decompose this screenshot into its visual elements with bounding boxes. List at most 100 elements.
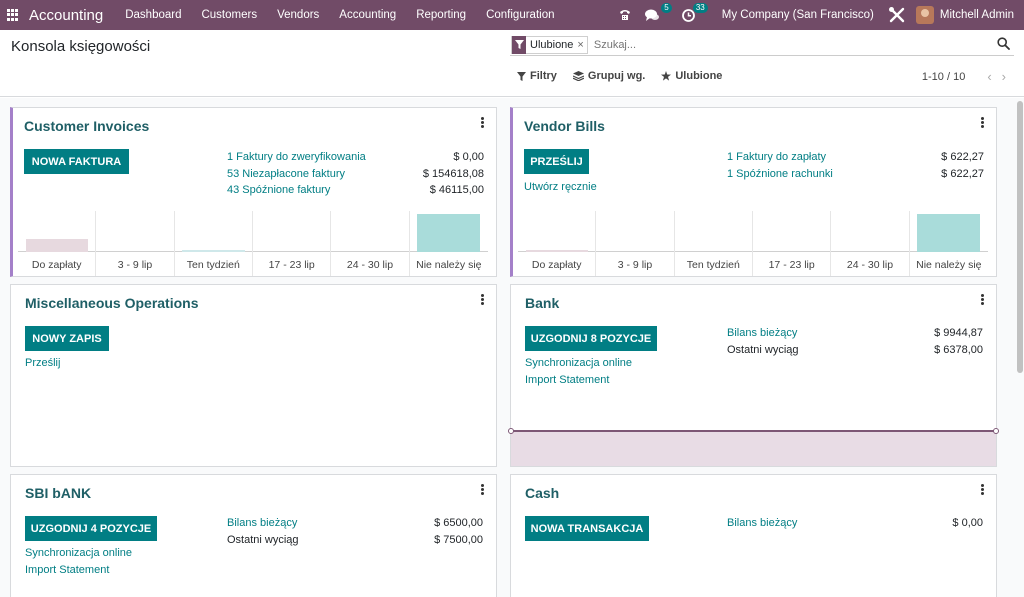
journal-menu-icon[interactable] [981, 117, 985, 129]
late-invoices-link[interactable]: 43 Spóźnione faktury [227, 184, 330, 196]
chart-tick-label: Nie należy się [916, 259, 982, 271]
chart-bar[interactable] [417, 214, 481, 252]
current-balance-amount: $ 9944,87 [934, 327, 983, 339]
vertical-scrollbar[interactable] [1017, 101, 1023, 373]
debug-tools-icon[interactable] [888, 6, 906, 24]
chart-column[interactable]: Do zapłaty [518, 211, 597, 276]
journal-menu-icon[interactable] [481, 484, 485, 496]
chart-column[interactable]: Nie należy się [910, 211, 988, 276]
chart-column[interactable]: 3 - 9 lip [96, 211, 175, 276]
chart-column[interactable]: Do zapłaty [18, 211, 97, 276]
menu-reporting[interactable]: Reporting [406, 9, 476, 21]
filters-button[interactable]: Filtry [517, 70, 557, 82]
activities-clock-icon[interactable]: 33 [678, 0, 708, 30]
phone-icon[interactable] [614, 0, 636, 30]
create-manually-link[interactable]: Utwórz ręcznie [524, 181, 597, 193]
current-balance-amount: $ 0,00 [952, 517, 983, 529]
bills-to-pay-link[interactable]: 1 Faktury do zapłaty [727, 151, 826, 163]
graph-point [508, 428, 514, 434]
app-brand[interactable]: Accounting [29, 7, 103, 24]
menu-dashboard[interactable]: Dashboard [115, 9, 191, 21]
journal-menu-icon[interactable] [981, 484, 985, 496]
new-invoice-button[interactable]: NOWA FAKTURA [24, 149, 129, 174]
chart-tick-label: 17 - 23 lip [768, 259, 815, 271]
late-bills-amount: $ 622,27 [941, 168, 984, 180]
groupby-button[interactable]: Grupuj wg. [572, 70, 646, 82]
bills-aging-chart[interactable]: Do zapłaty 3 - 9 lip Ten tydzień 17 - 23 li… [518, 211, 988, 276]
journal-title[interactable]: Vendor Bills [524, 118, 605, 134]
journal-card-cash: Cash NOWA TRANSAKCJA Bilans bieżący $ 0,… [510, 474, 997, 597]
import-statement-link[interactable]: Import Statement [25, 564, 109, 576]
chart-column[interactable]: 17 - 23 lip [753, 211, 832, 276]
favorites-button[interactable]: Ulubione [661, 70, 722, 82]
menu-configuration[interactable]: Configuration [476, 9, 564, 21]
upload-link[interactable]: Prześlij [25, 357, 60, 369]
late-bills-link[interactable]: 1 Spóźnione rachunki [727, 168, 833, 180]
pager-previous-icon[interactable]: ‹ [987, 69, 991, 84]
chart-bar[interactable] [917, 214, 981, 252]
reconcile-items-button[interactable]: UZGODNIJ 4 POZYCJE [25, 516, 157, 541]
chart-column[interactable]: 24 - 30 lip [831, 211, 910, 276]
pager-next-icon[interactable]: › [1002, 69, 1006, 84]
menu-customers[interactable]: Customers [191, 9, 267, 21]
search-facet[interactable]: Ulubione × [511, 35, 588, 54]
chart-column[interactable]: Ten tydzień [675, 211, 753, 276]
bank-balance-graph[interactable] [508, 428, 999, 466]
last-statement-amount: $ 7500,00 [434, 534, 483, 546]
layers-icon [572, 71, 584, 81]
invoices-to-verify-link[interactable]: 1 Faktury do zweryfikowania [227, 151, 366, 163]
chart-column[interactable]: Nie należy się [410, 211, 488, 276]
filter-facet-icon [512, 35, 526, 54]
journal-title[interactable]: Customer Invoices [24, 118, 149, 134]
journal-menu-icon[interactable] [481, 294, 485, 306]
navbar-systray: 5 33 My Company (San Francisco) Mitchell… [614, 0, 1024, 30]
new-transaction-button[interactable]: NOWA TRANSAKCJA [525, 516, 649, 541]
journal-title[interactable]: SBI bANK [25, 485, 91, 501]
online-sync-link[interactable]: Synchronizacja online [525, 357, 632, 369]
journal-menu-icon[interactable] [981, 294, 985, 306]
last-statement-label: Ostatni wyciąg [227, 534, 299, 546]
messages-badge: 5 [661, 3, 672, 13]
pager-value[interactable]: 1-10 / 10 [922, 71, 965, 83]
user-avatar[interactable] [915, 6, 934, 24]
app-menu-icon[interactable] [7, 9, 19, 21]
invoices-aging-chart[interactable]: Do zapłaty 3 - 9 lip Ten tydzień 17 - 23 li… [18, 211, 488, 276]
chart-bar[interactable] [25, 238, 89, 252]
journal-card-bank: Bank UZGODNIJ 8 POZYCJE Synchronizacja o… [508, 284, 999, 467]
top-navbar: Accounting Dashboard Customers Vendors A… [0, 0, 1024, 30]
journal-title[interactable]: Miscellaneous Operations [25, 295, 199, 311]
chart-column[interactable]: 17 - 23 lip [253, 211, 332, 276]
chart-bar[interactable] [182, 250, 246, 252]
unpaid-invoices-link[interactable]: 53 Niezapłacone faktury [227, 168, 345, 180]
menu-vendors[interactable]: Vendors [267, 9, 329, 21]
dashboard-content: Customer Invoices NOWA FAKTURA 1 Faktury… [0, 98, 1024, 597]
menu-accounting[interactable]: Accounting [329, 9, 406, 21]
messages-icon[interactable]: 5 [642, 0, 672, 30]
chart-bar[interactable] [525, 250, 589, 252]
new-entry-button[interactable]: NOWY ZAPIS [25, 326, 109, 351]
upload-bill-button[interactable]: PRZEŚLIJ [524, 149, 589, 174]
star-icon [661, 71, 672, 81]
current-balance-link[interactable]: Bilans bieżący [727, 327, 797, 339]
current-balance-link[interactable]: Bilans bieżący [727, 517, 797, 529]
invoices-to-verify-amount: $ 0,00 [453, 151, 484, 163]
chart-column[interactable]: 24 - 30 lip [331, 211, 410, 276]
journal-title[interactable]: Cash [525, 485, 559, 501]
chart-column[interactable]: 3 - 9 lip [596, 211, 675, 276]
journal-menu-icon[interactable] [481, 117, 485, 129]
user-menu[interactable]: Mitchell Admin [940, 9, 1014, 21]
journal-card-customer-invoices: Customer Invoices NOWA FAKTURA 1 Faktury… [10, 107, 497, 277]
journal-title[interactable]: Bank [525, 295, 559, 311]
groupby-label: Grupuj wg. [587, 70, 646, 82]
company-switcher[interactable]: My Company (San Francisco) [722, 9, 874, 21]
current-balance-link[interactable]: Bilans bieżący [227, 517, 297, 529]
chart-column[interactable]: Ten tydzień [175, 211, 253, 276]
search-icon[interactable] [997, 37, 1010, 50]
reconcile-items-button[interactable]: UZGODNIJ 8 POZYCJE [525, 326, 657, 351]
import-statement-link[interactable]: Import Statement [525, 374, 609, 386]
unpaid-invoices-amount: $ 154618,08 [422, 168, 484, 180]
chart-tick-label: Nie należy się [416, 259, 482, 271]
facet-remove-icon[interactable]: × [577, 39, 586, 51]
search-input[interactable] [593, 38, 974, 51]
online-sync-link[interactable]: Synchronizacja online [25, 547, 132, 559]
